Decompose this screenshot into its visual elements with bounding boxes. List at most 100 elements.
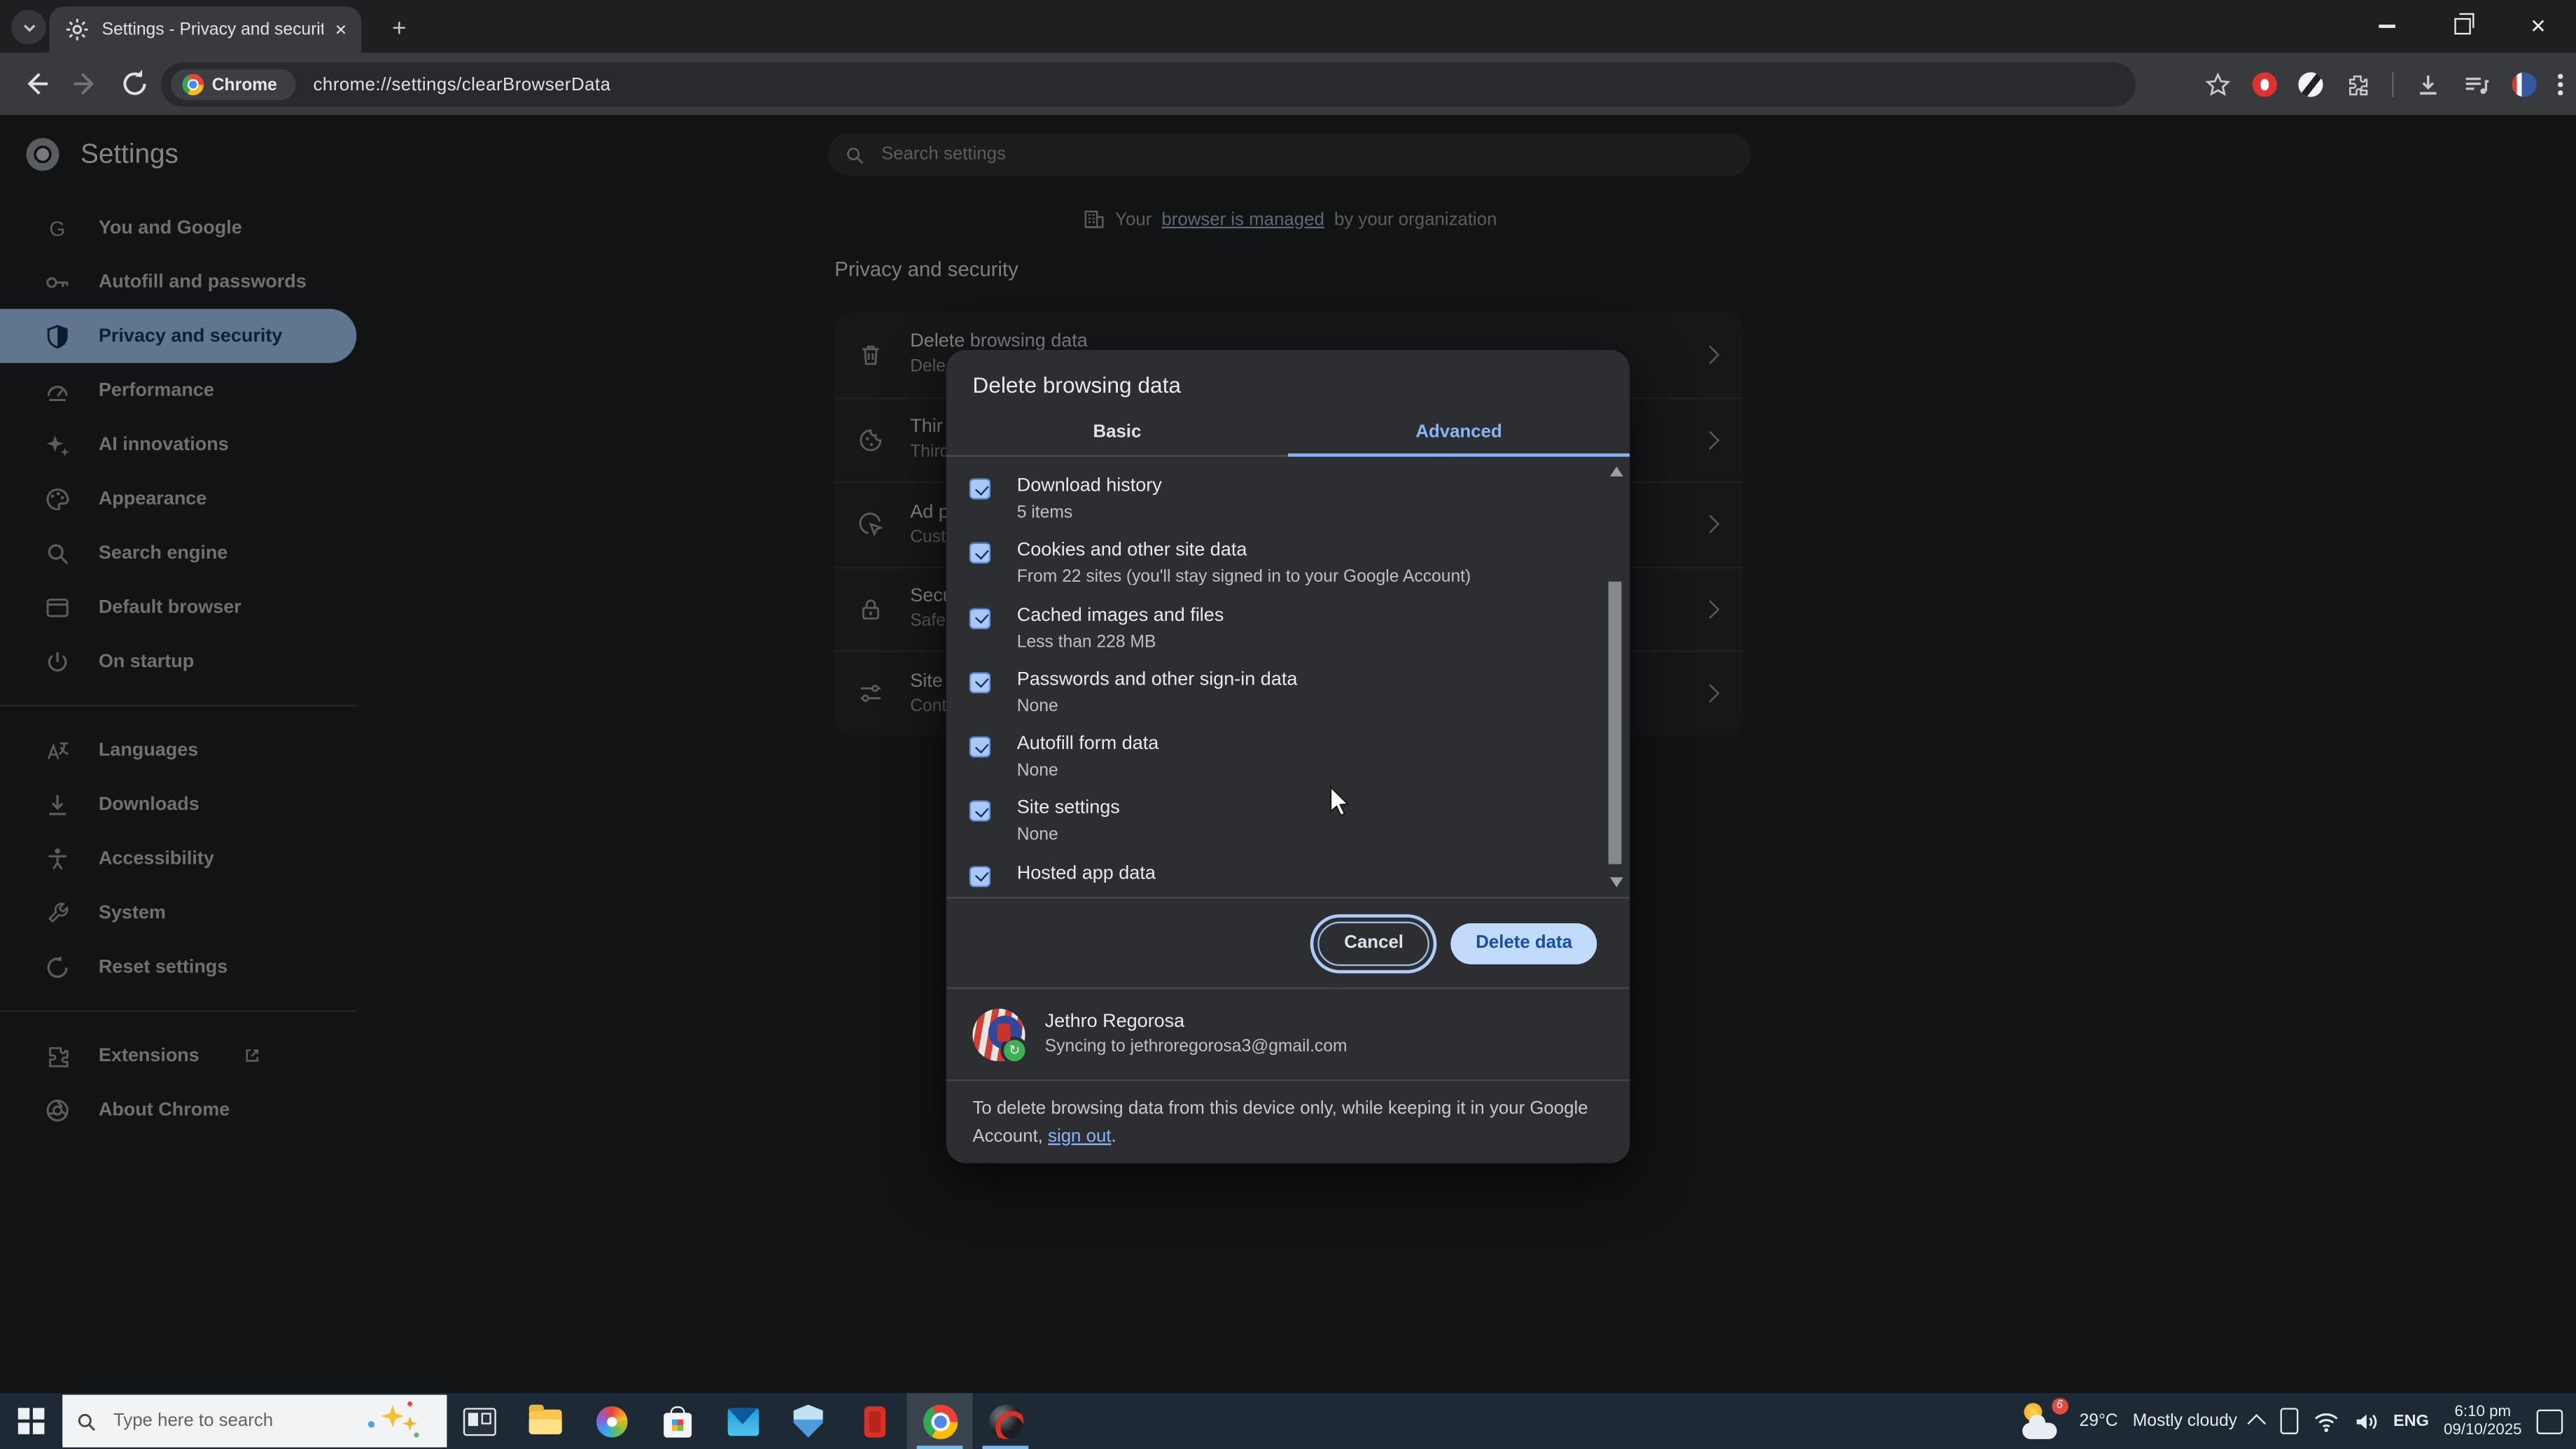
checkbox-checked[interactable] [969, 736, 991, 758]
item-cached-images[interactable]: Cached images and files Less than 228 MB [946, 594, 1630, 659]
tab-search-button[interactable] [11, 10, 46, 45]
site-chip-label: Chrome [211, 74, 277, 94]
tab-title: Settings - Privacy and security [102, 20, 324, 40]
forward-button[interactable] [69, 67, 102, 100]
restore-icon [2454, 13, 2474, 35]
checkbox-checked[interactable] [969, 671, 991, 694]
url-text: chrome://settings/clearBrowserData [313, 74, 611, 94]
item-download-history[interactable]: Download history 5 items [946, 465, 1630, 529]
checkbox-checked[interactable] [969, 477, 991, 500]
reload-button[interactable] [118, 67, 151, 100]
time: 6:10 pm [2454, 1402, 2512, 1420]
sign-out-link[interactable]: sign out [1048, 1126, 1111, 1146]
bookmark-star-icon[interactable] [2206, 71, 2232, 98]
system-tray: 6 29°C Mostly cloudy ENG 6:10 pm 09/10/2… [2020, 1398, 2576, 1441]
dark-app-button[interactable] [972, 1393, 1038, 1449]
speaker-icon[interactable] [2354, 1410, 2379, 1432]
extensions-puzzle-icon[interactable] [2345, 71, 2372, 98]
mail-button[interactable] [710, 1393, 776, 1449]
search-icon [78, 1413, 96, 1430]
search-highlights-icon [368, 1401, 424, 1441]
profile-avatar-icon[interactable] [2512, 72, 2538, 97]
taskbar-search[interactable] [62, 1394, 447, 1448]
clock[interactable]: 6:10 pm 09/10/2025 [2444, 1402, 2522, 1440]
weather-widget[interactable]: 6 [2020, 1398, 2068, 1441]
minimize-icon [2379, 24, 2395, 28]
item-hosted-app-data[interactable]: Hosted app data [946, 853, 1630, 897]
windows-taskbar: 6 29°C Mostly cloudy ENG 6:10 pm 09/10/2… [0, 1393, 2576, 1449]
blue-shield-icon [793, 1404, 823, 1438]
phone-link-icon[interactable] [2280, 1408, 2298, 1434]
scroll-down-icon[interactable] [1609, 877, 1623, 888]
gear-icon [66, 18, 88, 41]
mail-icon [727, 1407, 759, 1436]
dialog-checkbox-list: Download history 5 items Cookies and othe… [946, 456, 1630, 897]
item-site-settings[interactable]: Site settings None [946, 788, 1630, 852]
dialog-tabs: Basic Advanced [946, 409, 1630, 457]
media-queue-icon[interactable] [2463, 71, 2491, 98]
sync-badge-icon: ↻ [1000, 1035, 1029, 1064]
dark-sphere-icon [988, 1404, 1023, 1438]
site-chip[interactable]: Chrome [171, 69, 295, 101]
weather-badge: 6 [2051, 1398, 2068, 1415]
scroll-up-icon[interactable] [1609, 466, 1623, 477]
tray-expand-icon[interactable] [2246, 1414, 2266, 1433]
taskbar-search-input[interactable] [110, 1409, 314, 1433]
red-app-button[interactable] [841, 1393, 907, 1449]
back-button[interactable] [20, 67, 52, 100]
delete-data-button[interactable]: Delete data [1451, 922, 1597, 964]
store-button[interactable] [644, 1393, 710, 1449]
chrome-taskbar-button[interactable] [906, 1393, 973, 1449]
start-button[interactable] [0, 1393, 62, 1449]
tab-advanced[interactable]: Advanced [1288, 409, 1630, 455]
checkbox-checked[interactable] [969, 801, 991, 822]
chevron-down-icon [22, 24, 35, 31]
photos-button[interactable] [578, 1393, 644, 1449]
tab-close-icon[interactable]: × [335, 20, 346, 39]
item-autofill[interactable]: Autofill form data None [946, 723, 1630, 788]
dialog-title: Delete browsing data [972, 372, 1182, 398]
task-view-icon [463, 1407, 496, 1436]
restore-button[interactable] [2425, 0, 2500, 52]
delete-browsing-data-dialog: Delete browsing data Basic Advanced Down… [946, 349, 1630, 1163]
menu-icon[interactable] [2558, 74, 2563, 95]
item-cookies[interactable]: Cookies and other site data From 22 sites… [946, 529, 1630, 594]
temperature: 29°C [2079, 1411, 2118, 1432]
toolbar-separator [2393, 72, 2395, 97]
chrome-logo-icon [182, 74, 204, 96]
task-view-button[interactable] [447, 1393, 512, 1449]
toolbar-actions [2206, 62, 2563, 106]
folder-icon [528, 1404, 562, 1434]
checkbox-checked[interactable] [969, 542, 991, 564]
browser-tab[interactable]: Settings - Privacy and security × [49, 6, 362, 53]
wifi-icon[interactable] [2313, 1410, 2339, 1432]
security-app-button[interactable] [776, 1393, 841, 1449]
account-sync-status: Syncing to jethroregorosa3@gmail.com [1044, 1036, 1348, 1057]
tab-basic[interactable]: Basic [946, 409, 1288, 455]
minimize-button[interactable] [2349, 0, 2425, 52]
checkbox-checked[interactable] [969, 865, 991, 887]
close-icon: ✕ [2530, 15, 2547, 38]
account-avatar: ↻ [972, 1007, 1029, 1064]
action-center-icon[interactable] [2536, 1408, 2563, 1434]
scrollbar-thumb[interactable] [1608, 581, 1622, 864]
dialog-scrollbar[interactable] [1606, 463, 1625, 890]
address-bar[interactable]: Chrome chrome://settings/clearBrowserDat… [161, 62, 2136, 107]
weather-condition: Mostly cloudy [2132, 1411, 2238, 1432]
account-name: Jethro Regorosa [1044, 1011, 1185, 1032]
dialog-footer: To delete browsing data from this device… [946, 1079, 1630, 1163]
extension-red-icon[interactable] [2253, 72, 2278, 97]
file-explorer-button[interactable] [512, 1393, 578, 1449]
language-indicator[interactable]: ENG [2393, 1412, 2429, 1430]
new-tab-button[interactable]: + [378, 8, 421, 48]
item-passwords[interactable]: Passwords and other sign-in data None [946, 659, 1630, 723]
downloads-toolbar-icon[interactable] [2416, 71, 2442, 98]
screen: Settings - Privacy and security × + ✕ Ch… [0, 0, 2576, 1449]
cancel-button[interactable]: Cancel [1317, 920, 1430, 965]
extension-disc-icon[interactable] [2299, 72, 2324, 97]
red-app-icon [863, 1405, 885, 1437]
checkbox-checked[interactable] [969, 607, 991, 629]
cloud-icon [2022, 1414, 2057, 1439]
close-button[interactable]: ✕ [2500, 0, 2576, 52]
windows-logo-icon [18, 1408, 44, 1434]
